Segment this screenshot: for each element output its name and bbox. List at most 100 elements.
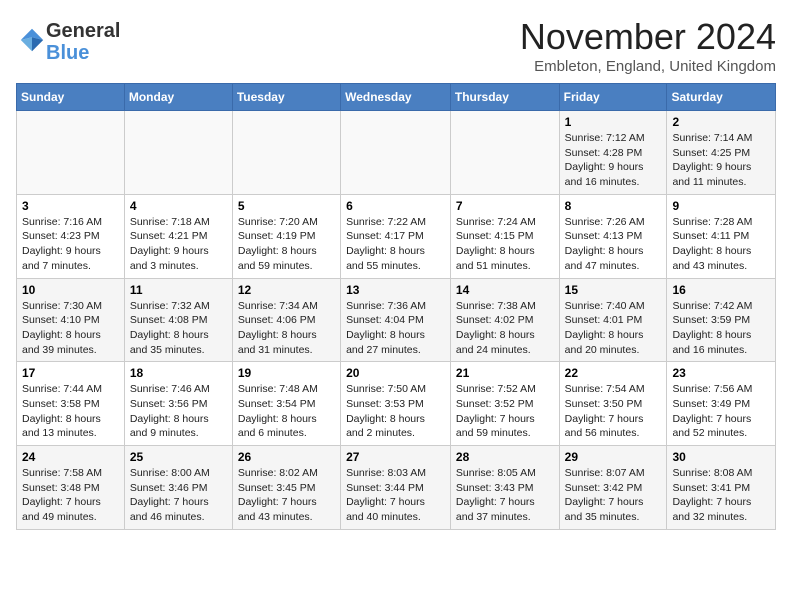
calendar-cell	[341, 111, 451, 195]
day-info: Sunrise: 7:30 AM Sunset: 4:10 PM Dayligh…	[22, 299, 119, 358]
calendar-cell: 18 Sunrise: 7:46 AM Sunset: 3:56 PM Dayli…	[124, 362, 232, 446]
calendar-cell: 13 Sunrise: 7:36 AM Sunset: 4:04 PM Dayli…	[341, 278, 451, 362]
calendar-cell: 29 Sunrise: 8:07 AM Sunset: 3:42 PM Dayli…	[559, 446, 667, 530]
title-area: November 2024 Embleton, England, United …	[520, 16, 776, 75]
calendar-cell: 17Sunrise: 7:44 AM Sunset: 3:58 PM Dayli…	[17, 362, 125, 446]
calendar-cell: 5Sunrise: 7:20 AM Sunset: 4:19 PM Daylig…	[232, 194, 340, 278]
calendar-cell: 16 Sunrise: 7:42 AM Sunset: 3:59 PM Dayli…	[667, 278, 776, 362]
calendar-cell: 19Sunrise: 7:48 AM Sunset: 3:54 PM Dayli…	[232, 362, 340, 446]
day-info: Sunrise: 7:34 AM Sunset: 4:06 PM Dayligh…	[238, 299, 335, 358]
day-info: Sunrise: 8:07 AM Sunset: 3:42 PM Dayligh…	[565, 466, 662, 525]
weekday-header-row: SundayMondayTuesdayWednesdayThursdayFrid…	[17, 84, 776, 111]
calendar-cell: 15Sunrise: 7:40 AM Sunset: 4:01 PM Dayli…	[559, 278, 667, 362]
day-number: 28	[456, 450, 554, 464]
day-number: 6	[346, 199, 445, 213]
weekday-header: Tuesday	[232, 84, 340, 111]
calendar-cell: 25 Sunrise: 8:00 AM Sunset: 3:46 PM Dayli…	[124, 446, 232, 530]
day-number: 14	[456, 283, 554, 297]
calendar-cell: 9Sunrise: 7:28 AM Sunset: 4:11 PM Daylig…	[667, 194, 776, 278]
day-number: 4	[130, 199, 227, 213]
calendar-cell: 24Sunrise: 7:58 AM Sunset: 3:48 PM Dayli…	[17, 446, 125, 530]
calendar-week-row: 1 Sunrise: 7:12 AM Sunset: 4:28 PM Daylig…	[17, 111, 776, 195]
day-number: 27	[346, 450, 445, 464]
calendar-cell: 7 Sunrise: 7:24 AM Sunset: 4:15 PM Daylig…	[450, 194, 559, 278]
day-number: 7	[456, 199, 554, 213]
calendar-week-row: 10 Sunrise: 7:30 AM Sunset: 4:10 PM Dayli…	[17, 278, 776, 362]
calendar-cell: 12 Sunrise: 7:34 AM Sunset: 4:06 PM Dayli…	[232, 278, 340, 362]
calendar-cell: 21 Sunrise: 7:52 AM Sunset: 3:52 PM Dayli…	[450, 362, 559, 446]
calendar-cell: 20Sunrise: 7:50 AM Sunset: 3:53 PM Dayli…	[341, 362, 451, 446]
day-number: 26	[238, 450, 335, 464]
day-info: Sunrise: 7:58 AM Sunset: 3:48 PM Dayligh…	[22, 466, 119, 525]
weekday-header: Wednesday	[341, 84, 451, 111]
calendar-cell: 14 Sunrise: 7:38 AM Sunset: 4:02 PM Dayli…	[450, 278, 559, 362]
day-info: Sunrise: 7:26 AM Sunset: 4:13 PM Dayligh…	[565, 215, 662, 274]
day-number: 12	[238, 283, 335, 297]
page-header: GeneralBlue November 2024 Embleton, Engl…	[16, 16, 776, 75]
day-info: Sunrise: 7:38 AM Sunset: 4:02 PM Dayligh…	[456, 299, 554, 358]
weekday-header: Thursday	[450, 84, 559, 111]
day-number: 21	[456, 366, 554, 380]
day-info: Sunrise: 7:56 AM Sunset: 3:49 PM Dayligh…	[672, 382, 770, 441]
weekday-header: Saturday	[667, 84, 776, 111]
day-info: Sunrise: 8:00 AM Sunset: 3:46 PM Dayligh…	[130, 466, 227, 525]
day-info: Sunrise: 7:54 AM Sunset: 3:50 PM Dayligh…	[565, 382, 662, 441]
day-number: 20	[346, 366, 445, 380]
day-info: Sunrise: 7:44 AM Sunset: 3:58 PM Dayligh…	[22, 382, 119, 441]
calendar-cell: 30 Sunrise: 8:08 AM Sunset: 3:41 PM Dayli…	[667, 446, 776, 530]
day-info: Sunrise: 7:18 AM Sunset: 4:21 PM Dayligh…	[130, 215, 227, 274]
calendar-cell: 2 Sunrise: 7:14 AM Sunset: 4:25 PM Daylig…	[667, 111, 776, 195]
calendar-week-row: 24Sunrise: 7:58 AM Sunset: 3:48 PM Dayli…	[17, 446, 776, 530]
calendar-cell	[17, 111, 125, 195]
day-number: 18	[130, 366, 227, 380]
weekday-header: Friday	[559, 84, 667, 111]
day-number: 1	[565, 115, 662, 129]
day-info: Sunrise: 7:14 AM Sunset: 4:25 PM Dayligh…	[672, 131, 770, 190]
day-number: 16	[672, 283, 770, 297]
calendar-table: SundayMondayTuesdayWednesdayThursdayFrid…	[16, 83, 776, 530]
day-info: Sunrise: 8:08 AM Sunset: 3:41 PM Dayligh…	[672, 466, 770, 525]
day-info: Sunrise: 8:03 AM Sunset: 3:44 PM Dayligh…	[346, 466, 445, 525]
day-info: Sunrise: 7:52 AM Sunset: 3:52 PM Dayligh…	[456, 382, 554, 441]
day-number: 11	[130, 283, 227, 297]
day-info: Sunrise: 7:24 AM Sunset: 4:15 PM Dayligh…	[456, 215, 554, 274]
calendar-week-row: 3Sunrise: 7:16 AM Sunset: 4:23 PM Daylig…	[17, 194, 776, 278]
logo: GeneralBlue	[16, 20, 120, 64]
calendar-cell: 23Sunrise: 7:56 AM Sunset: 3:49 PM Dayli…	[667, 362, 776, 446]
calendar-cell: 1 Sunrise: 7:12 AM Sunset: 4:28 PM Daylig…	[559, 111, 667, 195]
day-info: Sunrise: 7:48 AM Sunset: 3:54 PM Dayligh…	[238, 382, 335, 441]
day-info: Sunrise: 7:12 AM Sunset: 4:28 PM Dayligh…	[565, 131, 662, 190]
day-number: 2	[672, 115, 770, 129]
weekday-header: Monday	[124, 84, 232, 111]
day-number: 8	[565, 199, 662, 213]
day-number: 15	[565, 283, 662, 297]
calendar-cell	[232, 111, 340, 195]
day-number: 10	[22, 283, 119, 297]
location: Embleton, England, United Kingdom	[520, 58, 776, 75]
weekday-header: Sunday	[17, 84, 125, 111]
day-number: 13	[346, 283, 445, 297]
day-number: 25	[130, 450, 227, 464]
calendar-cell: 3Sunrise: 7:16 AM Sunset: 4:23 PM Daylig…	[17, 194, 125, 278]
calendar-cell: 22 Sunrise: 7:54 AM Sunset: 3:50 PM Dayli…	[559, 362, 667, 446]
day-info: Sunrise: 7:32 AM Sunset: 4:08 PM Dayligh…	[130, 299, 227, 358]
calendar-cell: 26 Sunrise: 8:02 AM Sunset: 3:45 PM Dayli…	[232, 446, 340, 530]
day-info: Sunrise: 7:46 AM Sunset: 3:56 PM Dayligh…	[130, 382, 227, 441]
calendar-cell	[124, 111, 232, 195]
day-info: Sunrise: 8:02 AM Sunset: 3:45 PM Dayligh…	[238, 466, 335, 525]
day-info: Sunrise: 7:22 AM Sunset: 4:17 PM Dayligh…	[346, 215, 445, 274]
calendar-cell: 27 Sunrise: 8:03 AM Sunset: 3:44 PM Dayli…	[341, 446, 451, 530]
day-info: Sunrise: 7:42 AM Sunset: 3:59 PM Dayligh…	[672, 299, 770, 358]
calendar-cell: 6 Sunrise: 7:22 AM Sunset: 4:17 PM Daylig…	[341, 194, 451, 278]
calendar-week-row: 17Sunrise: 7:44 AM Sunset: 3:58 PM Dayli…	[17, 362, 776, 446]
day-info: Sunrise: 7:36 AM Sunset: 4:04 PM Dayligh…	[346, 299, 445, 358]
day-number: 22	[565, 366, 662, 380]
logo-text: GeneralBlue	[46, 20, 120, 64]
calendar-cell: 11 Sunrise: 7:32 AM Sunset: 4:08 PM Dayli…	[124, 278, 232, 362]
day-number: 29	[565, 450, 662, 464]
day-number: 30	[672, 450, 770, 464]
calendar-cell: 28Sunrise: 8:05 AM Sunset: 3:43 PM Dayli…	[450, 446, 559, 530]
calendar-cell: 8 Sunrise: 7:26 AM Sunset: 4:13 PM Daylig…	[559, 194, 667, 278]
day-info: Sunrise: 7:20 AM Sunset: 4:19 PM Dayligh…	[238, 215, 335, 274]
day-number: 9	[672, 199, 770, 213]
